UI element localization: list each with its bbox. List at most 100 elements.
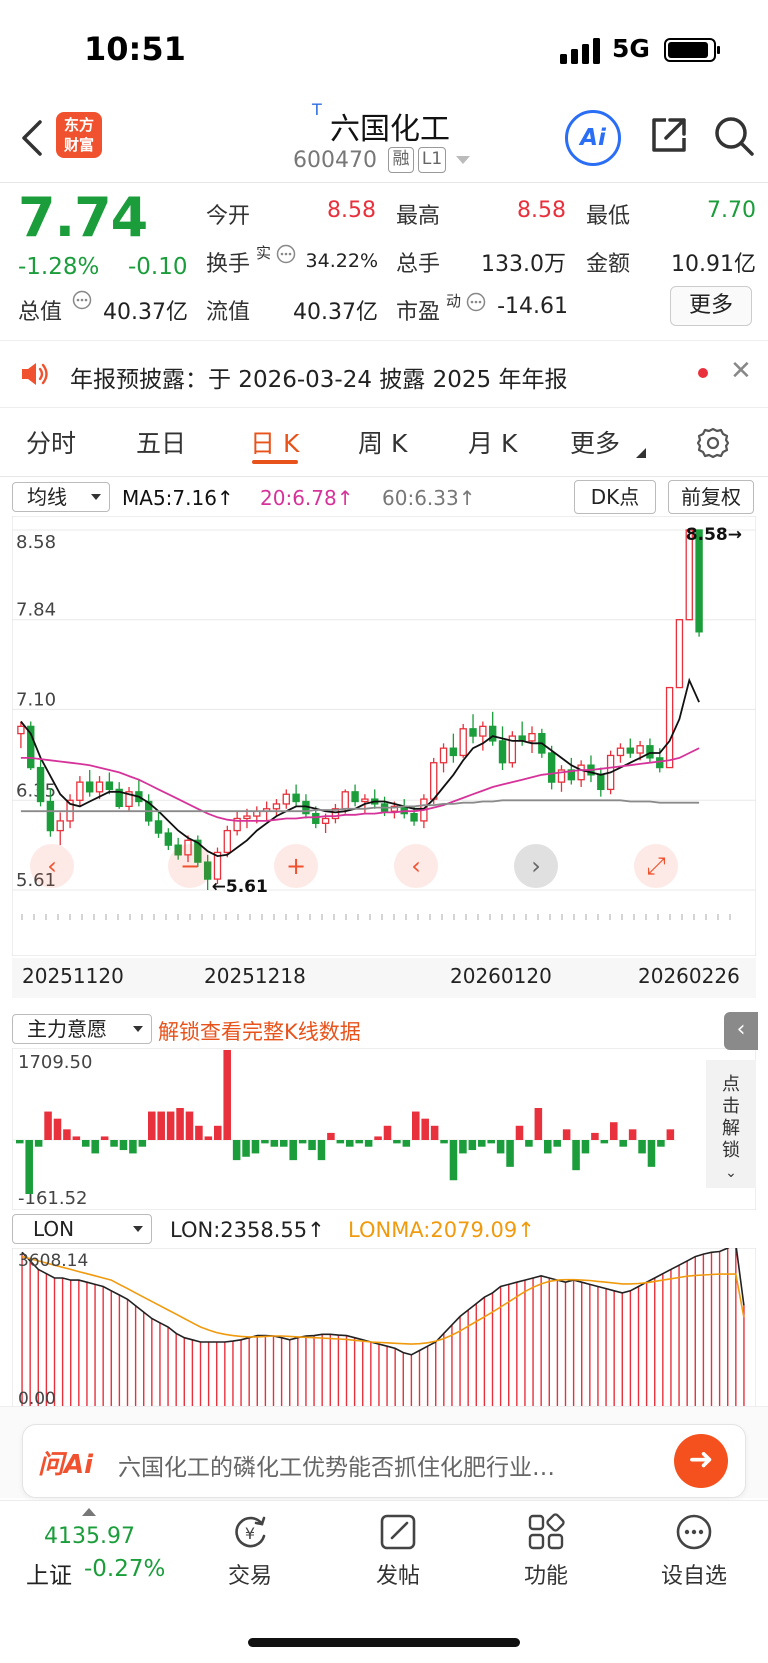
change-percent: -1.28%	[18, 254, 100, 280]
more-button[interactable]: 更多	[670, 286, 752, 326]
unlock-side-button[interactable]: 点 击 解 锁 ⌄	[706, 1060, 756, 1188]
tab-monthly-k[interactable]: 月 K	[468, 424, 517, 460]
candle-body	[46, 800, 55, 832]
nav-trade[interactable]: ¥ 交易	[190, 1510, 310, 1590]
nav-post[interactable]: 发帖	[338, 1510, 458, 1590]
candle-body	[312, 812, 320, 824]
minus-icon: −	[180, 852, 200, 880]
main-force-bar	[110, 1140, 118, 1147]
app-logo: 东方 财富	[56, 112, 102, 158]
chevron-down-icon[interactable]	[456, 156, 470, 165]
tab-weekly-k[interactable]: 周 K	[358, 424, 407, 460]
nav-add-watchlist-label: 设自选	[660, 1564, 727, 1589]
gear-icon[interactable]	[696, 426, 730, 460]
ai-button[interactable]: Ai	[565, 110, 621, 166]
main-force-bar	[261, 1140, 269, 1144]
main-force-bar	[166, 1111, 175, 1140]
candle-body	[56, 820, 64, 832]
main-force-bar	[544, 1140, 552, 1154]
ma-dropdown-label: 均线	[27, 485, 67, 509]
chevron-down-icon	[91, 494, 101, 500]
float-label: 流值	[206, 300, 251, 325]
close-icon[interactable]: ✕	[730, 356, 752, 386]
amount-label: 金额	[586, 252, 631, 277]
main-force-bar	[506, 1140, 514, 1167]
nav-functions[interactable]: 功能	[486, 1510, 606, 1590]
candle-body	[430, 762, 438, 800]
tab-intraday[interactable]: 分时	[26, 424, 76, 460]
grid-icon	[528, 1513, 565, 1550]
info-icon[interactable]	[72, 290, 92, 310]
fullscreen-icon: ⤢	[646, 852, 665, 880]
tab-five-day[interactable]: 五日	[136, 424, 186, 460]
pe-value: -14.61	[497, 294, 568, 319]
dk-point-button[interactable]: DK点	[574, 480, 656, 514]
main-force-bar	[430, 1125, 439, 1140]
mktcap-value: 40.37亿	[103, 300, 188, 325]
float-value: 40.37亿	[293, 300, 378, 325]
corner-arrow-icon	[636, 448, 646, 458]
main-force-bar	[591, 1132, 599, 1140]
info-icon[interactable]	[276, 244, 296, 264]
collapse-button[interactable]: ‹	[724, 1012, 758, 1050]
candle-body	[449, 747, 458, 757]
main-force-bar	[449, 1140, 458, 1181]
home-indicator	[248, 1638, 520, 1647]
network-label: 5G	[612, 34, 650, 63]
main-force-bar	[119, 1140, 128, 1151]
mktcap-label: 总值	[18, 300, 63, 325]
main-force-bar	[157, 1111, 165, 1140]
main-force-bar	[148, 1111, 156, 1140]
indicator-dropdown-label: 主力意愿	[27, 1017, 107, 1041]
nav-add-watchlist[interactable]: 设自选	[634, 1510, 754, 1590]
kline-chart[interactable]: 8.587.847.106.355.618.58→←5.61‹−+‹›⤢	[12, 516, 756, 956]
ask-ai-question[interactable]: 六国化工的磷化工优势能否抓住化肥行业…	[118, 1448, 555, 1482]
main-force-bar	[383, 1125, 392, 1140]
main-force-bar	[53, 1118, 62, 1140]
candle-body	[459, 728, 467, 757]
y-tick-label: 1709.50	[18, 1052, 92, 1073]
index-name[interactable]: 上证	[26, 1556, 72, 1590]
main-force-bar	[195, 1125, 203, 1140]
search-icon[interactable]	[712, 114, 756, 158]
indicator-dropdown[interactable]: 主力意愿	[12, 1014, 152, 1044]
index-change[interactable]: -0.27%	[84, 1556, 165, 1582]
open-value: 8.58	[327, 198, 376, 223]
main-force-bar	[317, 1140, 326, 1161]
main-force-bar	[638, 1140, 646, 1154]
candle-body	[626, 747, 634, 754]
lon-dropdown[interactable]: LON	[12, 1214, 152, 1244]
back-button[interactable]	[18, 118, 48, 158]
nav-post-label: 发帖	[375, 1564, 420, 1589]
share-icon[interactable]	[648, 114, 690, 156]
tab-daily-k[interactable]: 日 K	[250, 424, 299, 460]
main-force-bar	[308, 1140, 316, 1151]
candle-body	[439, 747, 448, 764]
margin-badge: 融	[388, 147, 414, 173]
candle-body	[17, 725, 25, 735]
main-force-bar	[298, 1140, 307, 1144]
ma60-value: 60:6.33↑	[382, 486, 476, 510]
candle-body	[95, 781, 104, 793]
candle-body	[76, 781, 84, 801]
index-value[interactable]: 4135.97	[44, 1524, 135, 1549]
chevron-left-icon: ‹	[47, 852, 57, 880]
info-icon[interactable]	[466, 292, 486, 312]
main-force-bar	[393, 1140, 401, 1144]
more-dots-icon	[676, 1514, 712, 1550]
ma-dropdown[interactable]: 均线	[12, 482, 110, 512]
nav-functions-label: 功能	[523, 1564, 568, 1589]
candle-body	[498, 740, 507, 764]
y-tick-label: 7.84	[16, 600, 56, 621]
unlock-link[interactable]: 解锁查看完整K线数据	[158, 1016, 361, 1046]
candle-body	[597, 774, 605, 791]
adjust-button[interactable]: 前复权	[668, 480, 754, 514]
main-force-bar	[91, 1140, 99, 1154]
send-button[interactable]: ➜	[674, 1434, 728, 1488]
nav-trade-label: 交易	[227, 1564, 272, 1589]
volume-label: 总手	[396, 252, 441, 277]
ma20-value: 20:6.78↑	[260, 486, 354, 510]
tab-more[interactable]: 更多	[570, 424, 620, 460]
candle-body	[616, 747, 625, 757]
battery-icon	[664, 38, 720, 62]
